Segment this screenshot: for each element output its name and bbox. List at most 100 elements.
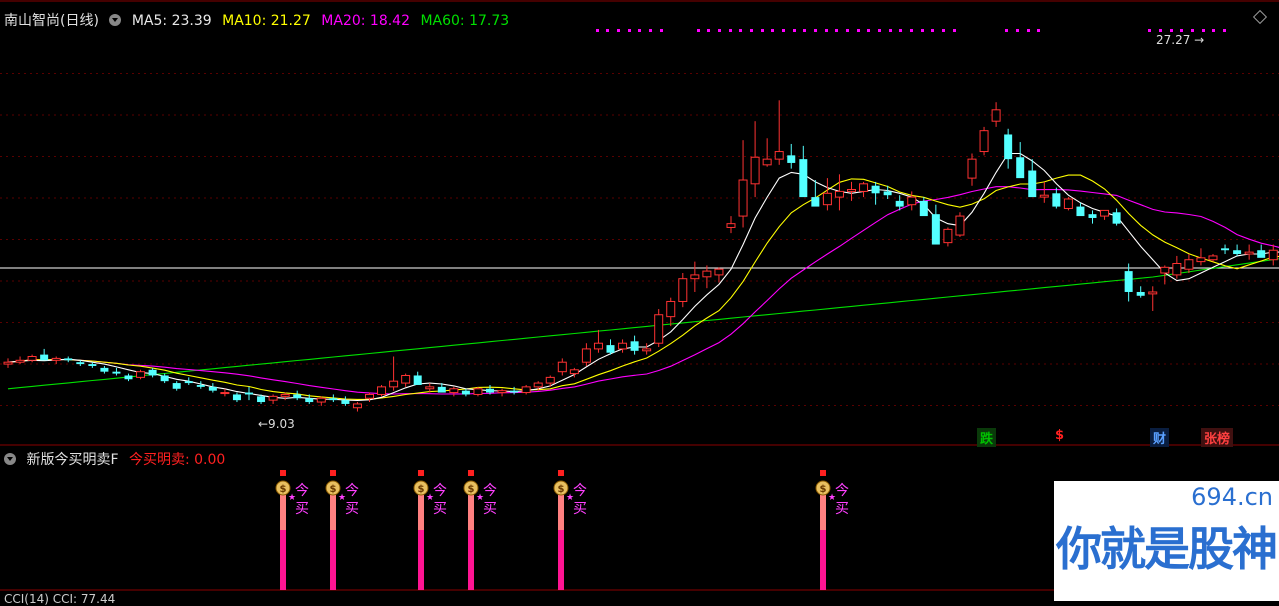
candle-body xyxy=(365,393,374,399)
signal-label-buy: 买 xyxy=(433,501,447,517)
star-icon: ★ xyxy=(338,493,346,503)
candle-body xyxy=(581,348,591,363)
candle-body xyxy=(3,361,13,365)
high-price-label: 27.27 → xyxy=(1156,33,1204,47)
star-icon: ★ xyxy=(828,493,836,503)
signal-bar-base xyxy=(558,530,564,590)
candle-body xyxy=(618,342,628,350)
candle-body xyxy=(1100,209,1110,217)
signal-bar-base xyxy=(820,530,826,590)
chevron-down-icon[interactable] xyxy=(4,453,16,465)
candle-body xyxy=(1076,206,1085,217)
candle-body xyxy=(991,109,1001,122)
candle-body xyxy=(1208,255,1218,261)
candle-body xyxy=(1124,271,1133,292)
candle-body xyxy=(642,348,652,352)
candle-body xyxy=(268,395,278,401)
signal-dot xyxy=(942,29,945,32)
candle-body xyxy=(112,371,121,374)
signal-bar-mid xyxy=(330,494,336,530)
candle-body xyxy=(437,386,446,393)
candle-body xyxy=(593,342,603,350)
chevron-down-icon[interactable] xyxy=(109,14,122,26)
watermark-url: 694.cn xyxy=(1191,483,1273,511)
signal-dot xyxy=(739,29,742,32)
candle-body xyxy=(979,130,989,153)
candle-body xyxy=(184,381,193,384)
signal-label-buy: 买 xyxy=(345,501,359,517)
candle-body xyxy=(859,183,869,192)
signal-bar-top xyxy=(280,470,286,476)
candle-body xyxy=(1172,263,1182,276)
star-icon: ★ xyxy=(426,493,434,503)
signal-dot xyxy=(1212,29,1215,32)
candle-body xyxy=(955,215,965,236)
candle-body xyxy=(931,214,940,245)
candle-body xyxy=(521,386,531,394)
candle-body xyxy=(1233,250,1242,255)
signal-dot xyxy=(729,29,732,32)
candle-body xyxy=(425,386,435,390)
candle-body xyxy=(726,223,736,228)
candle-body xyxy=(774,151,784,160)
candle-body xyxy=(473,388,483,395)
candle-body xyxy=(545,376,555,384)
cci-header: CCI(14) CCI: 77.44 xyxy=(4,592,121,606)
candle-body xyxy=(76,362,85,365)
candle-body xyxy=(148,369,157,376)
candle-body xyxy=(1136,291,1145,296)
signal-label-buy-today: 今 xyxy=(433,483,447,499)
candle-body xyxy=(510,390,519,393)
candle-body xyxy=(1112,212,1121,224)
candle-body xyxy=(883,191,892,196)
flag-fall[interactable]: 跌 xyxy=(977,428,997,447)
candle-body xyxy=(401,374,411,384)
candle-body xyxy=(461,390,470,395)
candle-body xyxy=(750,156,760,185)
candle-body xyxy=(377,386,387,395)
star-icon: ★ xyxy=(566,493,574,503)
signal-bar-mid xyxy=(468,494,474,530)
candle-body xyxy=(64,358,73,361)
signal-label-buy: 买 xyxy=(295,501,309,517)
signal-dot xyxy=(771,29,774,32)
main-chart-header: 南山智尚(日线) MA5: 23.39 MA10: 21.27 MA20: 18… xyxy=(4,10,515,30)
candle-body xyxy=(871,185,880,194)
signal-dot xyxy=(1170,29,1173,32)
signal-dot xyxy=(899,29,902,32)
signal-dot xyxy=(835,29,838,32)
candle-body xyxy=(316,397,326,403)
flag-fall-text: 跌 xyxy=(980,432,994,447)
candle-body xyxy=(895,200,904,207)
candle-body xyxy=(569,369,579,375)
candle-body xyxy=(1063,198,1073,209)
candle-body xyxy=(497,390,507,394)
cci-label: CCI(14) CCI: 77.44 xyxy=(4,592,116,606)
signal-dot xyxy=(867,29,870,32)
coin-symbol: $ xyxy=(468,484,475,495)
signal-label-buy-today: 今 xyxy=(483,483,497,499)
candle-body xyxy=(919,200,928,217)
candle-body xyxy=(329,398,338,401)
candle-body xyxy=(762,158,772,166)
signal-bar-base xyxy=(468,530,474,590)
candle-body xyxy=(967,158,977,179)
candle-body xyxy=(799,159,808,198)
candle-body xyxy=(606,345,615,353)
flag-finance[interactable]: 财 xyxy=(1150,428,1170,447)
candle-body xyxy=(280,393,290,397)
flag-finance-text: 财 xyxy=(1153,432,1167,447)
candle-body xyxy=(136,371,146,378)
flag-dragon-tiger[interactable]: 张榜 xyxy=(1201,428,1234,447)
signal-dot xyxy=(1027,29,1030,32)
flag-dollar[interactable]: $ xyxy=(1052,428,1067,443)
candle-body xyxy=(196,384,205,387)
indicator-header: 新版今买明卖F 今买明卖: 0.00 xyxy=(4,449,231,469)
signal-label-buy-today: 今 xyxy=(835,483,849,499)
ma20-line xyxy=(7,186,1279,395)
stock-name: 南山智尚(日线) xyxy=(4,13,99,29)
watermark: 694.cn 你就是股神 xyxy=(1054,481,1279,601)
coin-symbol: $ xyxy=(418,484,425,495)
candle-body xyxy=(486,388,494,393)
candle-body xyxy=(1028,170,1037,198)
